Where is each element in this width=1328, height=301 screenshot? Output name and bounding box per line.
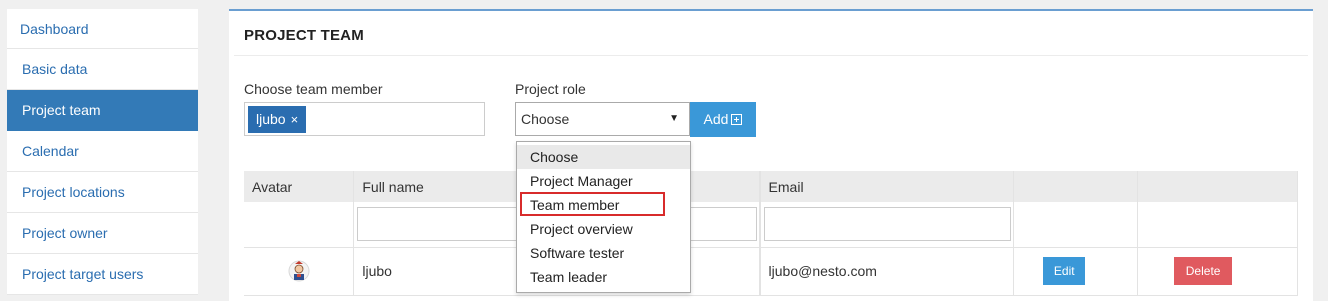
project-role-select[interactable]: Choose ▼: [515, 102, 690, 136]
header-avatar: Avatar: [244, 171, 355, 202]
avatar: [288, 260, 310, 282]
member-tag: ljubo ×: [248, 106, 307, 133]
sidebar-item-project-target-users[interactable]: Project target users: [7, 254, 198, 295]
filter-row: [244, 202, 1298, 248]
edit-button[interactable]: Edit: [1043, 257, 1086, 285]
sidebar-item-dashboard[interactable]: Dashboard: [7, 9, 198, 49]
sidebar-item-basic-data[interactable]: Basic data: [7, 49, 198, 90]
dropdown-arrow-icon: ▼: [669, 113, 679, 124]
role-option-software-tester[interactable]: Software tester: [517, 241, 690, 265]
project-team-panel: PROJECT TEAM Choose team member ljubo × P…: [229, 9, 1313, 301]
delete-button[interactable]: Delete: [1174, 257, 1233, 285]
email-filter-input[interactable]: [763, 207, 1012, 242]
page-title: PROJECT TEAM: [244, 27, 364, 44]
role-option-project-overview[interactable]: Project overview: [517, 217, 690, 241]
panel-header: PROJECT TEAM: [234, 11, 1308, 56]
role-label: Project role: [515, 81, 586, 97]
member-label: Choose team member: [244, 81, 383, 97]
team-table: Avatar Full name Email ljubo ljubo@nesto…: [244, 171, 1298, 296]
role-option-project-manager[interactable]: Project Manager: [517, 169, 690, 193]
table-header-row: Avatar Full name Email: [244, 171, 1298, 202]
role-option-team-leader[interactable]: Team leader: [517, 265, 690, 289]
team-member-input[interactable]: ljubo ×: [244, 102, 485, 136]
plus-square-icon: [731, 114, 743, 125]
remove-tag-icon[interactable]: ×: [291, 112, 299, 127]
table-row: ljubo ljubo@nesto.com Edit Delete: [244, 247, 1298, 296]
header-delete-col: [1137, 171, 1298, 202]
role-option-choose[interactable]: Choose: [517, 145, 690, 169]
highlight-box: [520, 192, 665, 216]
add-button[interactable]: Add: [690, 102, 756, 137]
add-button-label: Add: [703, 111, 729, 127]
project-role-dropdown: Choose Project Manager Team member Proje…: [516, 141, 691, 293]
sidebar-item-project-owner[interactable]: Project owner: [7, 213, 198, 254]
member-tag-label: ljubo: [256, 111, 286, 127]
sidebar-item-calendar[interactable]: Calendar: [7, 131, 198, 172]
sidebar-item-project-team[interactable]: Project team: [7, 90, 198, 131]
sidebar-item-project-locations[interactable]: Project locations: [7, 172, 198, 213]
header-email: Email: [760, 171, 1015, 202]
cell-email: ljubo@nesto.com: [760, 247, 1015, 296]
role-selected-value: Choose: [521, 111, 570, 127]
sidebar: Dashboard Basic data Project team Calend…: [7, 9, 198, 295]
header-edit-col: [1013, 171, 1139, 202]
